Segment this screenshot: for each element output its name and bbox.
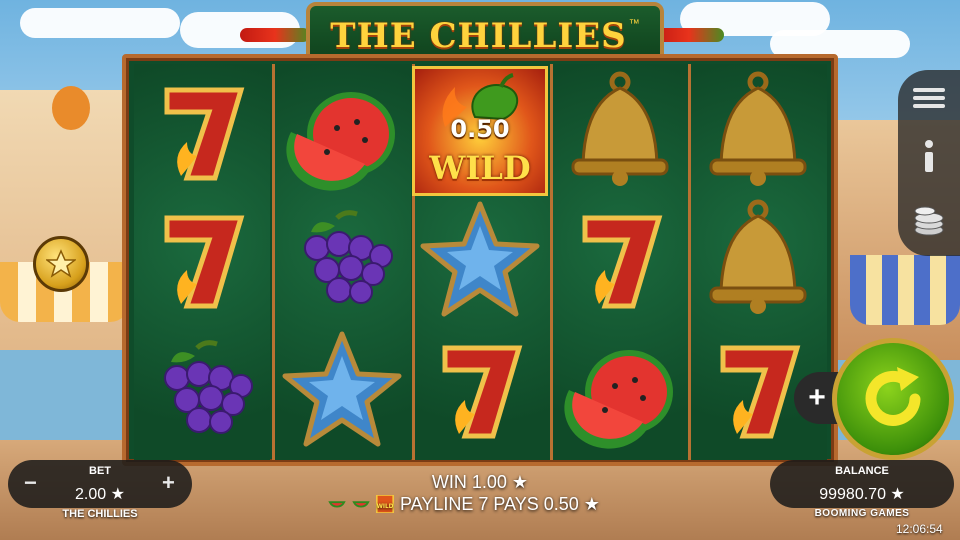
star-symbol (415, 196, 545, 324)
balance-panel: BALANCE 99980.70 ★ (770, 460, 954, 508)
info-icon[interactable] (910, 136, 948, 176)
hamburger-icon[interactable] (910, 78, 948, 118)
watermelon-icon (352, 501, 370, 508)
win-amount: WIN 1.00 ★ (431, 472, 529, 492)
wild-icon: WILD (376, 495, 394, 513)
grapes-symbol (137, 326, 267, 454)
bet-panel: BET 2.00 ★ − + (8, 460, 192, 508)
brand-logo: BOOMING GAMES (814, 508, 910, 519)
spin-arrow-icon (865, 367, 921, 426)
balance-label: BALANCE (835, 465, 889, 477)
cloud (20, 8, 180, 38)
wild-label: WILD (429, 149, 531, 187)
bell-symbol (693, 196, 823, 324)
seven-symbol (137, 68, 267, 196)
payline-info: WILD PAYLINE 7 PAYS 0.50 ★ (328, 492, 648, 516)
watermelon-symbol (555, 326, 685, 454)
watermelon-icon (328, 501, 346, 508)
spin-button[interactable] (832, 338, 954, 460)
chilli-decoration-right (654, 28, 724, 42)
grapes-symbol (277, 196, 407, 324)
watermelon-symbol (277, 68, 407, 196)
bell-symbol (555, 68, 685, 196)
bell-symbol (693, 68, 823, 196)
coins-icon[interactable] (910, 200, 948, 240)
market-awning-right (850, 255, 960, 325)
bet-increase-button[interactable]: + (162, 470, 175, 496)
seven-symbol (415, 326, 545, 454)
lantern (52, 86, 90, 130)
trademark: ™ (628, 18, 640, 30)
game-title: THE CHILLIES (330, 16, 627, 56)
seven-symbol (555, 196, 685, 324)
chilli-decoration-left (240, 28, 310, 42)
bet-decrease-button[interactable]: − (24, 470, 37, 496)
wild-multiplier-value: 0.50 (450, 115, 510, 143)
star-coin-icon[interactable] (33, 236, 89, 292)
balance-value: 99980.70 ★ (819, 486, 905, 503)
payline-text: PAYLINE 7 PAYS 0.50 ★ (400, 493, 600, 514)
svg-text:WILD: WILD (377, 504, 394, 510)
game-name-footer: THE CHILLIES (62, 508, 138, 520)
seven-symbol (137, 196, 267, 324)
star-symbol (277, 326, 407, 454)
clock: 12:06:54 (896, 522, 943, 536)
wild-symbol: 0.50 WILD (412, 66, 548, 196)
